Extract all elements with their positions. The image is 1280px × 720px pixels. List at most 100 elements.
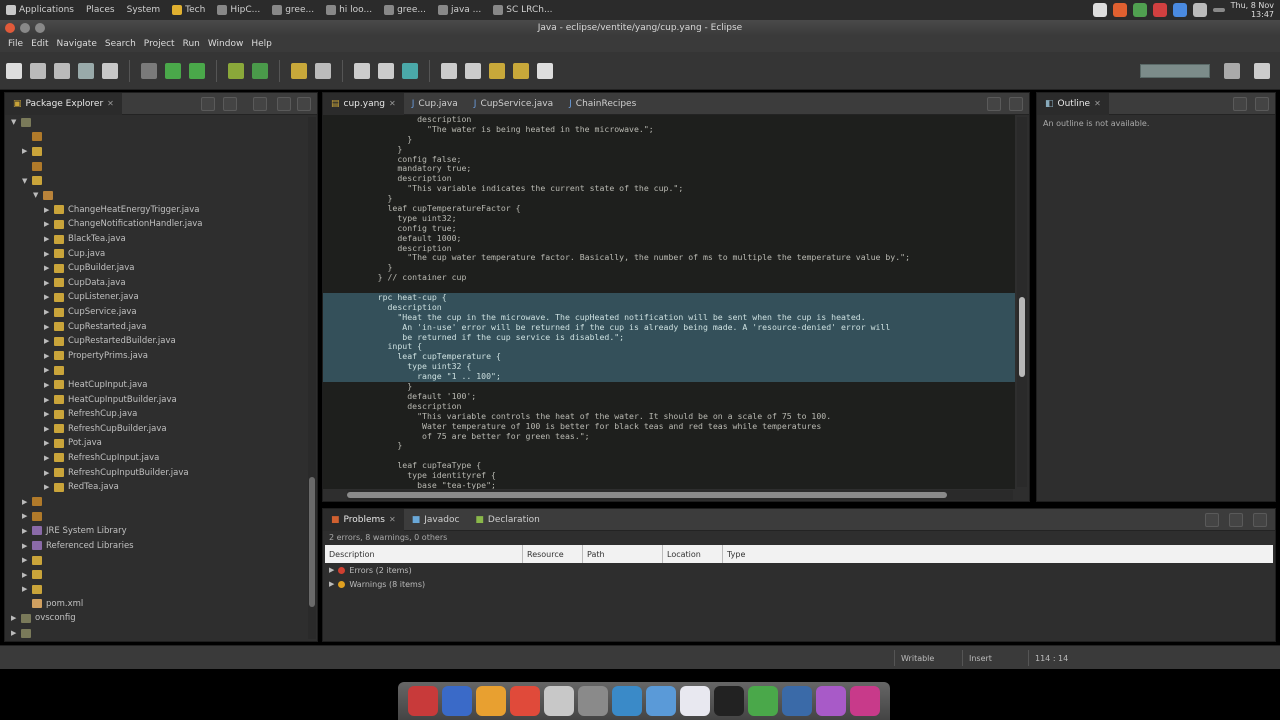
taskbar-item[interactable]: Applications	[0, 5, 80, 15]
chevron-right-icon[interactable]: ▶	[44, 264, 52, 272]
clock[interactable]: Thu, 8 Nov 13:47	[1231, 1, 1274, 19]
menu-edit[interactable]: Edit	[27, 39, 52, 49]
home-icon[interactable]	[1092, 3, 1107, 17]
perspective-icon[interactable]	[1254, 63, 1270, 79]
code-line[interactable]: of 75 are better for green teas.";	[323, 431, 1015, 442]
code-line[interactable]: "The cup water temperature factor. Basic…	[323, 253, 1015, 263]
window-titlebar[interactable]: Java - eclipse/ventite/yang/cup.yang - E…	[0, 20, 1280, 36]
quick-access-input[interactable]	[1140, 64, 1210, 78]
chat-icon[interactable]	[782, 686, 812, 716]
chevron-right-icon[interactable]: ▶	[22, 585, 30, 593]
chevron-right-icon[interactable]: ▶	[44, 396, 52, 404]
problems-group-row[interactable]: ▶ Errors (2 items)	[323, 563, 1275, 577]
chevron-right-icon[interactable]: ▶	[22, 512, 30, 520]
editor-tab[interactable]: J ChainRecipes	[561, 93, 644, 115]
chevron-right-icon[interactable]: ▶	[44, 279, 52, 287]
debug-icon[interactable]	[141, 62, 157, 79]
installer-icon[interactable]	[408, 686, 438, 716]
files-icon[interactable]	[442, 686, 472, 716]
chevron-right-icon[interactable]: ▶	[44, 410, 52, 418]
tree-item[interactable]: ▶	[5, 509, 307, 524]
chevron-right-icon[interactable]: ▶	[44, 293, 52, 301]
chevron-right-icon[interactable]: ▶	[44, 439, 52, 447]
menu-help[interactable]: Help	[247, 39, 276, 49]
chevron-right-icon[interactable]: ▶	[44, 206, 52, 214]
chevron-down-icon[interactable]: ▼	[22, 177, 30, 185]
tree-item[interactable]: ▶ RefreshCup.java	[5, 407, 307, 422]
chevron-right-icon[interactable]: ▶	[22, 556, 30, 564]
network-icon[interactable]	[646, 686, 676, 716]
view-menu-icon[interactable]	[253, 97, 267, 111]
skype-icon[interactable]	[1172, 3, 1187, 17]
problems-tab[interactable]: ■ Declaration	[467, 509, 547, 531]
markers-icon[interactable]	[402, 62, 418, 79]
new-java-project-icon[interactable]	[228, 62, 244, 79]
close-icon[interactable]: ✕	[389, 99, 396, 108]
tree-item[interactable]: ▶ Cup.java	[5, 246, 307, 261]
chevron-right-icon[interactable]: ▶	[22, 498, 30, 506]
problems-tab[interactable]: ■ Problems ✕	[323, 508, 404, 531]
minimize-icon[interactable]	[1233, 97, 1247, 111]
print-icon[interactable]	[78, 62, 94, 79]
column-resource[interactable]: Resource	[523, 545, 583, 563]
tree-item[interactable]: ▼	[5, 173, 307, 188]
code-editor[interactable]: description "The water is being heated i…	[323, 115, 1015, 489]
editor-horizontal-scrollbar[interactable]	[347, 490, 1013, 500]
tree-item[interactable]: ▶	[5, 567, 307, 582]
tree-item[interactable]: ▶ HeatCupInput.java	[5, 378, 307, 393]
view-menu-icon[interactable]	[1205, 513, 1219, 527]
column-type[interactable]: Type	[723, 545, 1273, 563]
back-icon[interactable]	[489, 62, 505, 79]
window-icon[interactable]	[537, 62, 553, 79]
code-line[interactable]: } // container cup	[323, 272, 1015, 283]
chevron-right-icon[interactable]: ▶	[44, 454, 52, 462]
java-perspective-icon[interactable]	[1224, 63, 1240, 79]
tree-item[interactable]: ▶ RefreshCupBuilder.java	[5, 421, 307, 436]
chevron-right-icon[interactable]: ▶	[44, 469, 52, 477]
tab-outline[interactable]: ◧ Outline ✕	[1037, 92, 1109, 115]
terminal-toolbar-icon[interactable]	[102, 62, 118, 79]
column-description[interactable]: Description	[325, 545, 523, 563]
taskbar-item[interactable]: gree...	[266, 5, 320, 15]
tree-item[interactable]: ▶	[5, 553, 307, 568]
new-icon[interactable]	[6, 62, 22, 79]
chevron-down-icon[interactable]: ▼	[33, 191, 41, 199]
menu-window[interactable]: Window	[204, 39, 248, 49]
chevron-right-icon[interactable]: ▶	[44, 381, 52, 389]
close-icon[interactable]: ✕	[107, 99, 114, 108]
tree-item[interactable]: ▶ ovsconfig	[5, 611, 307, 626]
task-list-icon[interactable]	[378, 62, 394, 79]
chevron-right-icon[interactable]: ▶	[44, 250, 52, 258]
chevron-right-icon[interactable]: ▶	[329, 580, 334, 588]
calculator-icon[interactable]	[544, 686, 574, 716]
tree-item[interactable]: ▼	[5, 188, 307, 203]
bookmark-icon[interactable]	[465, 62, 481, 79]
shield-icon[interactable]	[1152, 3, 1167, 17]
save-icon[interactable]	[30, 62, 46, 79]
battery-icon[interactable]	[1212, 8, 1225, 12]
chevron-right-icon[interactable]: ▶	[44, 425, 52, 433]
tree-item[interactable]: ▶	[5, 626, 307, 641]
chevron-right-icon[interactable]: ▶	[44, 308, 52, 316]
media-icon[interactable]	[816, 686, 846, 716]
code-line[interactable]: range "1 .. 100";	[323, 371, 1015, 383]
chevron-right-icon[interactable]: ▶	[44, 337, 52, 345]
tab-package-explorer[interactable]: ▣ Package Explorer ✕	[5, 92, 122, 115]
network-icon[interactable]	[1112, 3, 1127, 17]
taskbar-item[interactable]: hi loo...	[320, 5, 378, 15]
scrollbar-thumb[interactable]	[309, 477, 315, 607]
scrollbar-thumb[interactable]	[1019, 297, 1025, 377]
close-window-button[interactable]	[5, 23, 15, 33]
tree-item[interactable]: ▶	[5, 144, 307, 159]
eclipse-icon[interactable]	[476, 686, 506, 716]
chevron-right-icon[interactable]: ▶	[44, 235, 52, 243]
task-icon[interactable]	[354, 62, 370, 79]
package-tree[interactable]: ▼ ▶ ▼ ▼ ▶ ChangeHeatEnergyTrigger.java ▶ Change…	[5, 115, 307, 641]
problems-tab[interactable]: ■ Javadoc	[404, 509, 468, 531]
problems-group-row[interactable]: ▶ Warnings (8 items)	[323, 577, 1275, 591]
column-location[interactable]: Location	[663, 545, 723, 563]
tree-item[interactable]: ▶ Pot.java	[5, 436, 307, 451]
taskbar-item[interactable]: SC LRCh...	[487, 5, 558, 15]
tree-item[interactable]: ▶ CupData.java	[5, 276, 307, 291]
maximize-window-button[interactable]	[35, 23, 45, 33]
